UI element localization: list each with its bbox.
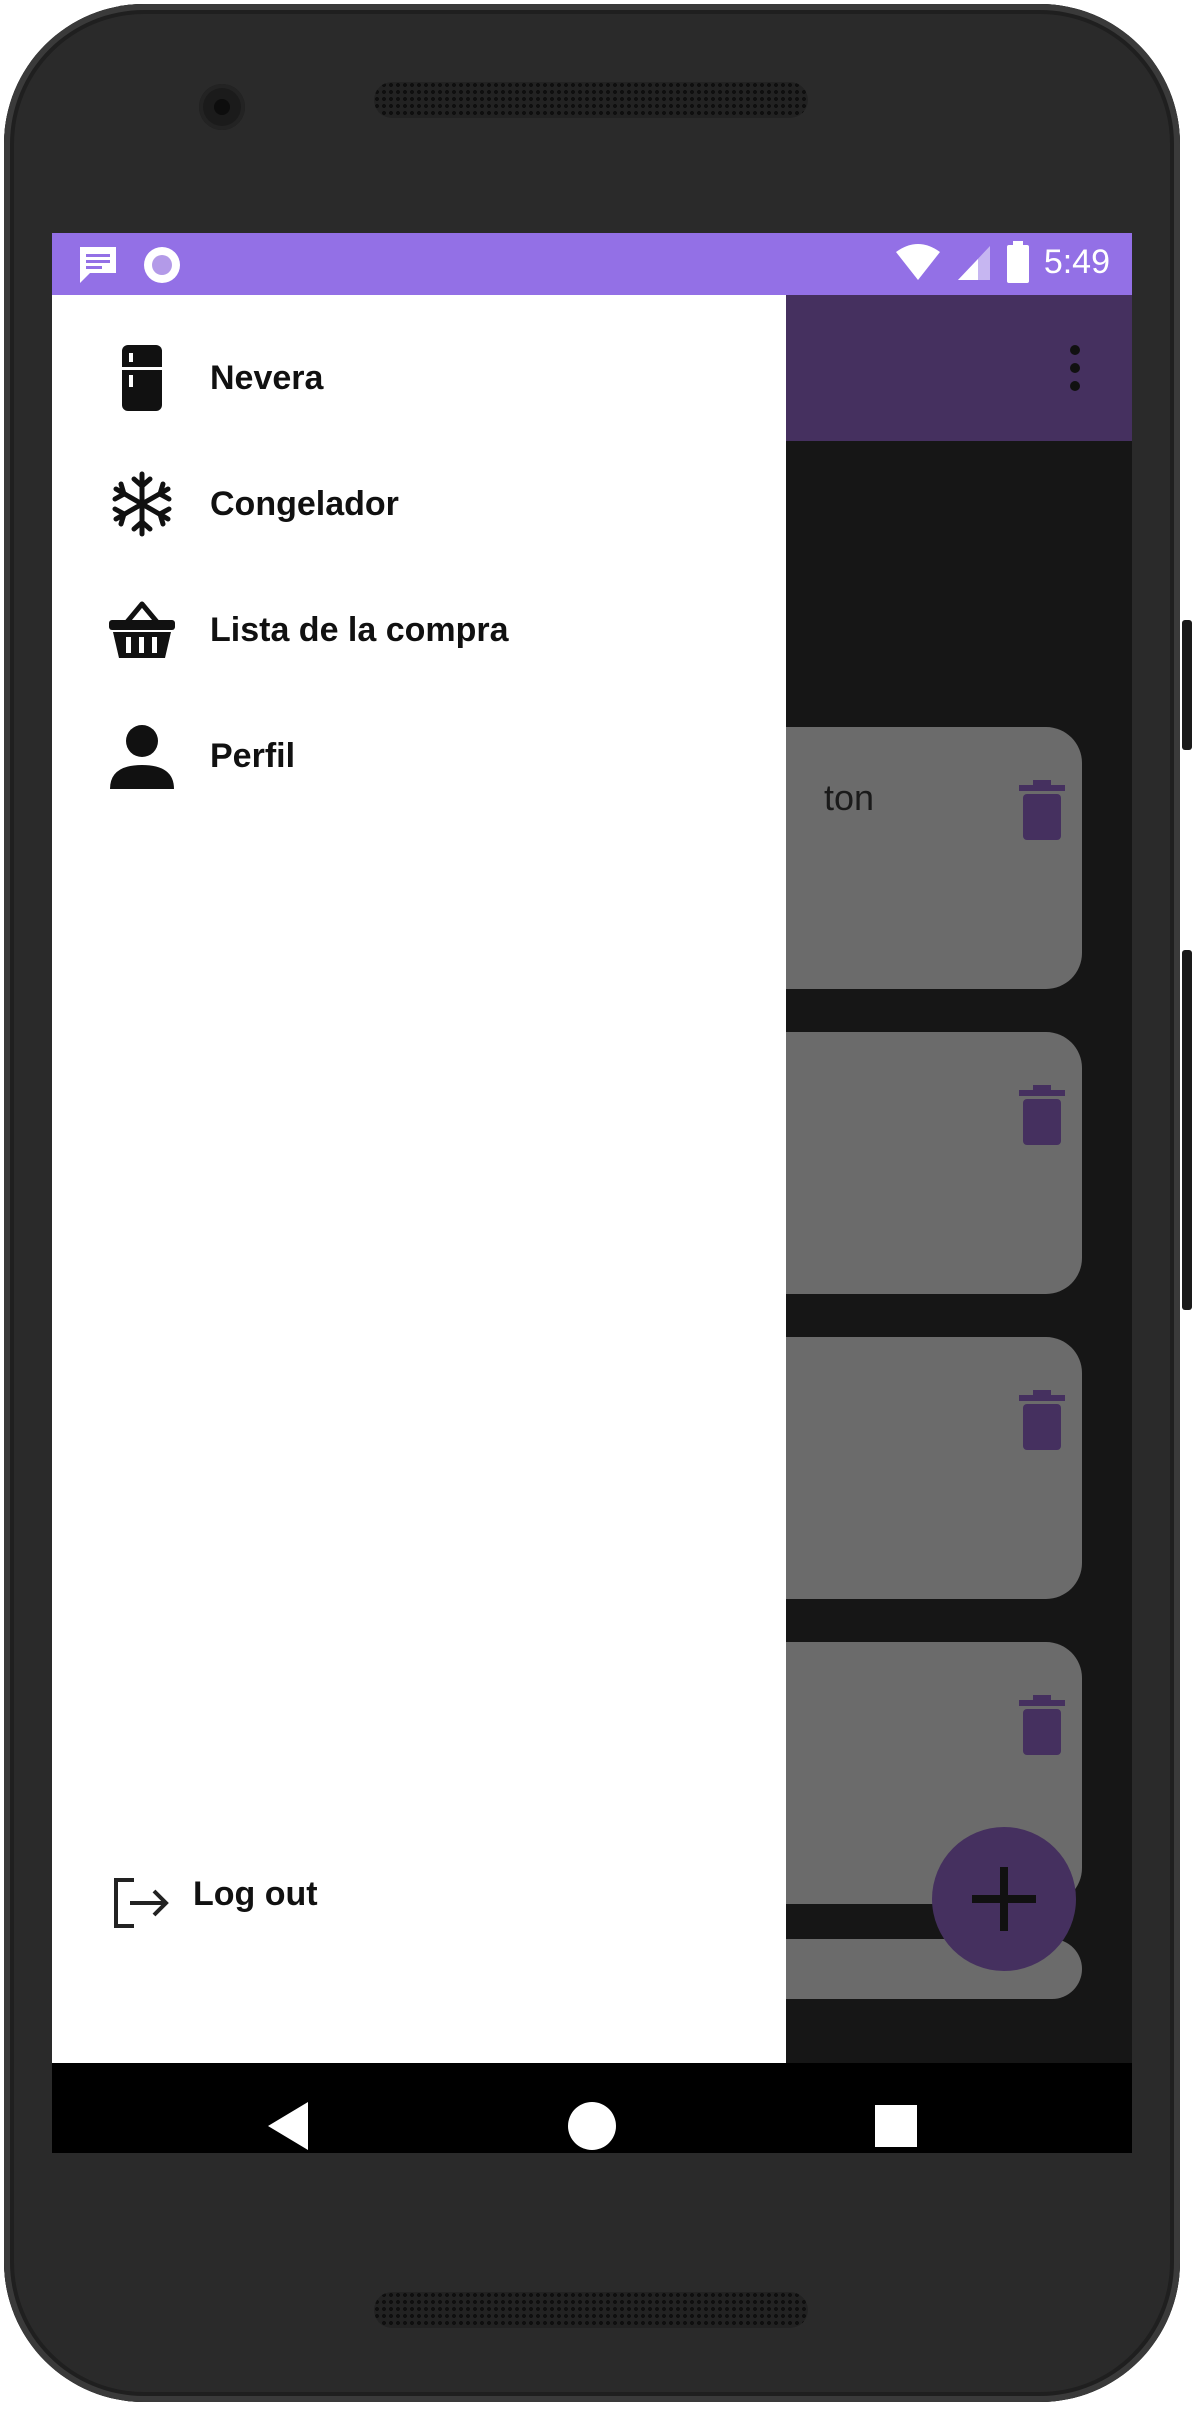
drawer-item-label: Perfil: [210, 736, 296, 775]
notification-dot-icon: [144, 247, 180, 283]
list-item-text: ton: [824, 777, 875, 818]
add-fab-button[interactable]: [932, 1827, 1076, 1971]
bottom-speaker: [374, 2292, 808, 2328]
back-icon[interactable]: [262, 2098, 318, 2153]
trash-icon[interactable]: [1019, 1695, 1065, 1755]
wifi-icon: [895, 244, 940, 280]
drawer-item-perfil[interactable]: Perfil: [52, 693, 786, 819]
drawer-item-congelador[interactable]: Congelador: [52, 441, 786, 567]
basket-icon: [108, 596, 176, 664]
phone-frame: 5:49 ton Nevera Congelador Lista de la c…: [0, 0, 1194, 2409]
home-icon[interactable]: [564, 2098, 620, 2153]
logout-label: Log out: [193, 1875, 318, 1913]
volume-button: [1182, 620, 1192, 750]
status-time: 5:49: [1043, 242, 1110, 281]
drawer-item-lista-compra[interactable]: Lista de la compra: [52, 567, 786, 693]
trash-icon[interactable]: [1019, 1390, 1065, 1450]
status-left-icons: [76, 245, 182, 285]
screen: 5:49 ton Nevera Congelador Lista de la c…: [52, 233, 1132, 2153]
system-nav-bar: [52, 2063, 1132, 2153]
trash-icon[interactable]: [1019, 1085, 1065, 1145]
logout-icon: [108, 1869, 176, 1937]
drawer-item-label: Lista de la compra: [210, 610, 509, 649]
drawer-item-label: Congelador: [210, 484, 399, 523]
status-bar: 5:49: [52, 233, 1132, 295]
status-right-icons: 5:49: [894, 241, 1110, 283]
power-button: [1182, 950, 1192, 1310]
trash-icon[interactable]: [1019, 780, 1065, 840]
navigation-drawer: Nevera Congelador Lista de la compra Per…: [52, 295, 786, 2063]
message-icon: [80, 247, 116, 283]
top-speaker: [374, 82, 808, 118]
logout-button[interactable]: Log out: [52, 1847, 786, 1957]
recents-icon[interactable]: [868, 2098, 924, 2153]
fridge-icon: [108, 344, 176, 412]
person-icon: [108, 722, 176, 790]
drawer-item-nevera[interactable]: Nevera: [52, 315, 786, 441]
plus-icon: [972, 1867, 1036, 1931]
more-vert-icon[interactable]: [1070, 345, 1080, 391]
snowflake-icon: [108, 470, 176, 538]
drawer-item-label: Nevera: [210, 358, 324, 397]
front-camera: [199, 84, 245, 130]
signal-icon: [957, 246, 990, 280]
battery-icon: [1006, 241, 1029, 283]
